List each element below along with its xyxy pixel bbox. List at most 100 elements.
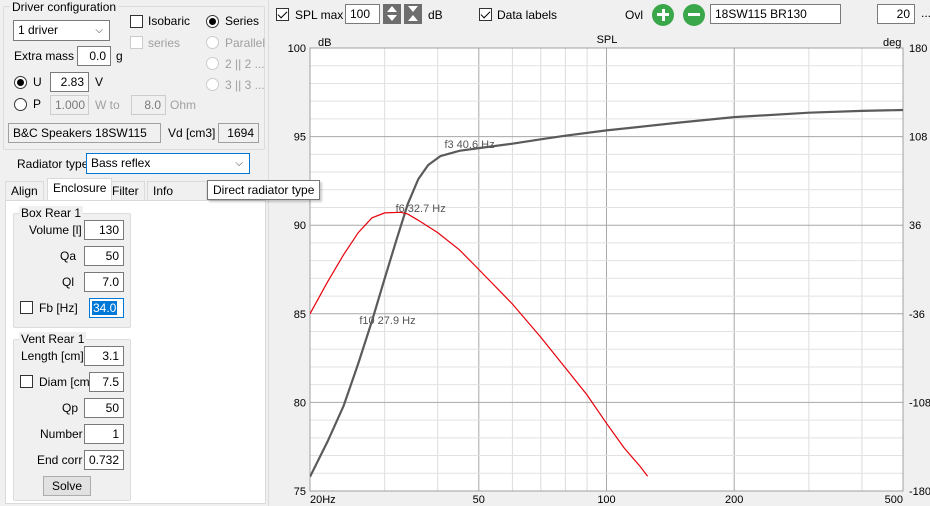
solve-button[interactable]: Solve <box>43 476 91 496</box>
y-tick-label: 95 <box>294 132 306 144</box>
y-tick-label: 80 <box>294 397 306 409</box>
remove-overlay-icon[interactable] <box>683 4 705 26</box>
y-tick-label: 90 <box>294 220 306 232</box>
x-tick-label: 500 <box>885 494 903 506</box>
fb-label: Fb [Hz] <box>39 301 78 315</box>
vd-label: Vd [cm3] <box>168 126 216 140</box>
ql-label: Ql <box>62 275 74 289</box>
ql-input[interactable]: 7.0 <box>84 272 124 292</box>
chevron-down-icon: ⌵ <box>95 25 103 36</box>
volume-input[interactable]: 130 <box>84 220 124 240</box>
y2-axis-label: deg <box>883 37 901 49</box>
fb-value: 34.0 <box>92 301 118 315</box>
data-label-annotation: f10 27.9 Hz <box>359 315 415 327</box>
diam-input[interactable]: 7.5 <box>89 372 124 392</box>
box-rear-title: Box Rear 1 <box>19 206 84 220</box>
power-input[interactable]: 1.000 <box>50 95 89 115</box>
volume-label: Volume [l] <box>29 223 82 237</box>
length-input[interactable]: 3.1 <box>84 346 124 366</box>
radiator-type-tooltip: Direct radiator type <box>207 180 321 200</box>
fb-input[interactable]: 34.0 <box>89 298 124 318</box>
series-radio[interactable] <box>206 15 219 28</box>
series-sub-checkbox[interactable] <box>130 36 143 49</box>
three-parallel-label: 3 || 3 ... <box>225 78 265 92</box>
extra-mass-input[interactable]: 0.0 <box>77 46 111 66</box>
tab-align[interactable]: Align <box>5 181 44 201</box>
power-radio-label: P <box>33 97 42 111</box>
diam-label: Diam [cm] <box>39 375 93 389</box>
driver-count-value: 1 driver <box>18 23 59 37</box>
two-parallel-label: 2 || 2 ... <box>225 57 265 71</box>
y2-tick-label: -180 <box>909 486 930 498</box>
qa-label: Qa <box>60 249 77 263</box>
overlay-label: Ovl <box>625 8 643 22</box>
end-corr-label: End corr <box>37 453 83 467</box>
parallel-radio-label: Parallel <box>225 36 266 50</box>
power-radio[interactable] <box>14 98 27 111</box>
fb-checkbox[interactable] <box>20 301 33 314</box>
series-radio-label: Series <box>225 14 260 28</box>
y2-tick-label: 36 <box>909 220 921 232</box>
voltage-input[interactable]: 2.83 <box>50 72 89 92</box>
extra-mass-unit: g <box>116 49 123 63</box>
diam-checkbox[interactable] <box>20 375 33 388</box>
driver-count-select[interactable]: 1 driver ⌵ <box>13 20 110 41</box>
qa-input[interactable]: 50 <box>84 246 124 266</box>
add-overlay-icon[interactable] <box>652 4 674 26</box>
voltage-radio[interactable] <box>14 76 27 89</box>
data-label-annotation: f6 32.7 Hz <box>396 203 446 215</box>
three-parallel-radio[interactable] <box>206 78 219 91</box>
tab-enclosure[interactable]: Enclosure <box>47 178 113 200</box>
voltage-radio-label: U <box>33 75 42 89</box>
number-input[interactable]: 1 <box>84 424 124 444</box>
y2-tick-label: -108 <box>909 397 930 409</box>
tooltip-text: Direct radiator type <box>213 183 315 197</box>
y2-tick-label: -36 <box>909 309 925 321</box>
number-label: Number <box>40 427 83 441</box>
watt-to-label: W to <box>95 98 120 112</box>
spl-max-label: SPL max <box>295 8 344 22</box>
x-tick-label: 50 <box>473 494 485 506</box>
spl-chart: 75 80 85 90 95 100 -180 -108 -36 36 108 180 20Hz 50 10… <box>288 34 930 506</box>
qp-input[interactable]: 50 <box>84 398 124 418</box>
isobaric-label: Isobaric <box>148 14 191 28</box>
x-tick-label: 20Hz <box>310 494 336 506</box>
right-value-input[interactable]: 20 <box>877 4 915 24</box>
tab-info[interactable]: Info <box>147 181 207 201</box>
x-tick-label: 200 <box>725 494 743 506</box>
spl-max-input[interactable]: 100 <box>345 4 380 24</box>
voltage-unit: V <box>95 75 104 89</box>
driver-name-field: B&C Speakers 18SW115 <box>8 123 161 143</box>
radiator-type-value: Bass reflex <box>91 156 151 170</box>
spin-up-down-icon[interactable] <box>383 4 401 24</box>
driver-configuration-title: Driver configuration <box>10 0 119 14</box>
vd-field: 1694 <box>218 123 259 143</box>
data-labels-checkbox[interactable] <box>479 8 492 21</box>
fit-scale-icon[interactable] <box>404 4 422 24</box>
y-axis-label: dB <box>318 37 331 49</box>
ohm-unit: Ohm <box>170 98 197 112</box>
overlay-name-input[interactable]: 18SW115 BR130 <box>710 4 841 24</box>
isobaric-checkbox[interactable] <box>130 15 143 28</box>
db-unit-label: dB <box>428 8 443 22</box>
qp-label: Qp <box>62 401 79 415</box>
parallel-radio[interactable] <box>206 36 219 49</box>
series-sub-label: series <box>148 36 181 50</box>
panel-divider <box>268 0 269 506</box>
radiator-type-label: Radiator type <box>17 157 89 171</box>
spl-max-checkbox[interactable] <box>276 8 289 21</box>
extra-mass-label: Extra mass <box>14 49 75 63</box>
more-options-label[interactable]: ... <box>921 6 930 20</box>
y2-tick-label: 180 <box>909 43 927 55</box>
two-parallel-radio[interactable] <box>206 57 219 70</box>
length-label: Length [cm] <box>21 349 84 363</box>
y2-tick-label: 108 <box>909 132 927 144</box>
end-corr-input[interactable]: 0.732 <box>84 450 124 470</box>
y-tick-label: 75 <box>294 486 306 498</box>
ohm-input[interactable]: 8.0 <box>131 95 166 115</box>
radiator-type-select[interactable]: Bass reflex ⌵ <box>86 153 250 174</box>
y-tick-label: 100 <box>288 43 306 55</box>
data-labels-label: Data labels <box>497 8 558 22</box>
x-tick-label: 100 <box>597 494 615 506</box>
chevron-down-icon: ⌵ <box>235 158 243 169</box>
